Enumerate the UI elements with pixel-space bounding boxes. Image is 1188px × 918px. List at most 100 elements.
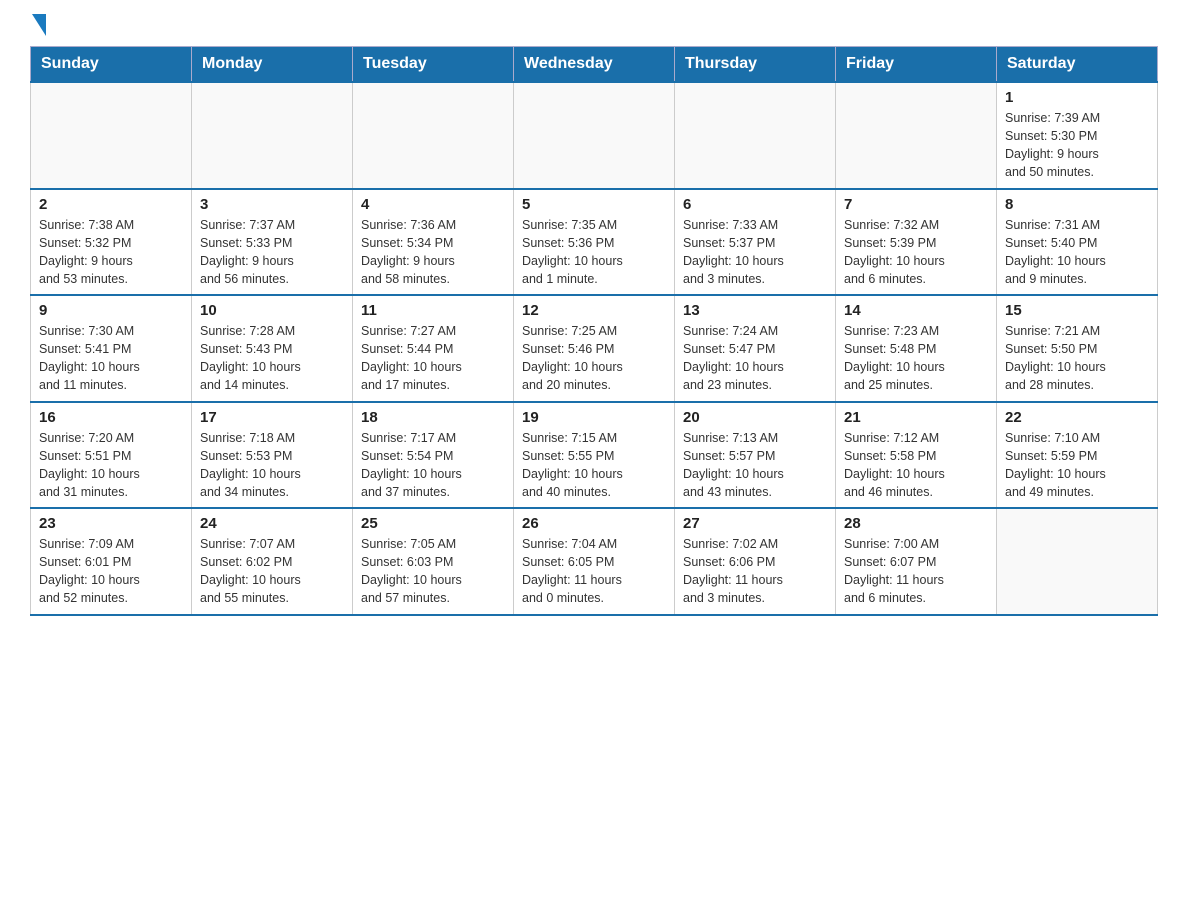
day-number: 1 — [1005, 89, 1149, 106]
calendar-cell: 24 Sunrise: 7:07 AM Sunset: 6:02 PM Dayli… — [192, 508, 353, 615]
day-number: 2 — [39, 196, 183, 213]
day-info: Sunrise: 7:38 AM Sunset: 5:32 PM Dayligh… — [39, 216, 183, 289]
calendar-cell: 28 Sunrise: 7:00 AM Sunset: 6:07 PM Dayli… — [836, 508, 997, 615]
day-info: Sunrise: 7:18 AM Sunset: 5:53 PM Dayligh… — [200, 429, 344, 502]
day-info: Sunrise: 7:15 AM Sunset: 5:55 PM Dayligh… — [522, 429, 666, 502]
calendar-cell: 25Sunrise: 7:05 AM Sunset: 6:03 PM Dayli… — [353, 508, 514, 615]
day-info: Sunrise: 7:00 AM Sunset: 6:07 PM Dayligh… — [844, 535, 988, 608]
day-info: Sunrise: 7:20 AM Sunset: 5:51 PM Dayligh… — [39, 429, 183, 502]
weekday-header-sunday: Sunday — [31, 47, 192, 83]
day-info: Sunrise: 7:17 AM Sunset: 5:54 PM Dayligh… — [361, 429, 505, 502]
day-number: 22 — [1005, 409, 1149, 426]
day-number: 18 — [361, 409, 505, 426]
logo-arrow-icon — [32, 14, 46, 36]
calendar-cell: 5 Sunrise: 7:35 AM Sunset: 5:36 PM Daylig… — [514, 189, 675, 296]
weekday-header-row: SundayMondayTuesdayWednesdayThursdayFrid… — [31, 47, 1158, 83]
day-info: Sunrise: 7:31 AM Sunset: 5:40 PM Dayligh… — [1005, 216, 1149, 289]
calendar-cell: 22 Sunrise: 7:10 AM Sunset: 5:59 PM Dayli… — [997, 402, 1158, 509]
weekday-header-saturday: Saturday — [997, 47, 1158, 83]
day-number: 15 — [1005, 302, 1149, 319]
day-info: Sunrise: 7:23 AM Sunset: 5:48 PM Dayligh… — [844, 322, 988, 395]
day-number: 14 — [844, 302, 988, 319]
weekday-header-thursday: Thursday — [675, 47, 836, 83]
calendar-cell: 18 Sunrise: 7:17 AM Sunset: 5:54 PM Dayli… — [353, 402, 514, 509]
weekday-header-monday: Monday — [192, 47, 353, 83]
day-number: 23 — [39, 515, 183, 532]
day-info: Sunrise: 7:05 AM Sunset: 6:03 PM Dayligh… — [361, 535, 505, 608]
weekday-header-friday: Friday — [836, 47, 997, 83]
calendar-cell: 23 Sunrise: 7:09 AM Sunset: 6:01 PM Dayli… — [31, 508, 192, 615]
calendar-cell: 15Sunrise: 7:21 AM Sunset: 5:50 PM Dayli… — [997, 295, 1158, 402]
day-number: 20 — [683, 409, 827, 426]
day-number: 16 — [39, 409, 183, 426]
calendar-cell — [997, 508, 1158, 615]
day-number: 3 — [200, 196, 344, 213]
day-number: 19 — [522, 409, 666, 426]
day-number: 13 — [683, 302, 827, 319]
calendar-cell — [836, 82, 997, 189]
day-number: 6 — [683, 196, 827, 213]
calendar-cell: 7Sunrise: 7:32 AM Sunset: 5:39 PM Daylig… — [836, 189, 997, 296]
calendar-cell: 12 Sunrise: 7:25 AM Sunset: 5:46 PM Dayli… — [514, 295, 675, 402]
calendar-cell: 11 Sunrise: 7:27 AM Sunset: 5:44 PM Dayli… — [353, 295, 514, 402]
day-number: 9 — [39, 302, 183, 319]
day-number: 24 — [200, 515, 344, 532]
day-number: 21 — [844, 409, 988, 426]
calendar-table: SundayMondayTuesdayWednesdayThursdayFrid… — [30, 46, 1158, 616]
day-info: Sunrise: 7:07 AM Sunset: 6:02 PM Dayligh… — [200, 535, 344, 608]
page-header — [30, 20, 1158, 36]
weekday-header-wednesday: Wednesday — [514, 47, 675, 83]
calendar-cell: 10 Sunrise: 7:28 AM Sunset: 5:43 PM Dayli… — [192, 295, 353, 402]
calendar-cell — [675, 82, 836, 189]
calendar-cell: 9 Sunrise: 7:30 AM Sunset: 5:41 PM Daylig… — [31, 295, 192, 402]
day-number: 11 — [361, 302, 505, 319]
day-info: Sunrise: 7:25 AM Sunset: 5:46 PM Dayligh… — [522, 322, 666, 395]
day-number: 28 — [844, 515, 988, 532]
calendar-cell — [514, 82, 675, 189]
calendar-week-1: 1 Sunrise: 7:39 AM Sunset: 5:30 PM Daylig… — [31, 82, 1158, 189]
weekday-header-tuesday: Tuesday — [353, 47, 514, 83]
day-info: Sunrise: 7:30 AM Sunset: 5:41 PM Dayligh… — [39, 322, 183, 395]
day-info: Sunrise: 7:24 AM Sunset: 5:47 PM Dayligh… — [683, 322, 827, 395]
calendar-cell: 17 Sunrise: 7:18 AM Sunset: 5:53 PM Dayli… — [192, 402, 353, 509]
calendar-week-3: 9 Sunrise: 7:30 AM Sunset: 5:41 PM Daylig… — [31, 295, 1158, 402]
day-number: 26 — [522, 515, 666, 532]
day-info: Sunrise: 7:02 AM Sunset: 6:06 PM Dayligh… — [683, 535, 827, 608]
day-info: Sunrise: 7:04 AM Sunset: 6:05 PM Dayligh… — [522, 535, 666, 608]
day-info: Sunrise: 7:09 AM Sunset: 6:01 PM Dayligh… — [39, 535, 183, 608]
day-info: Sunrise: 7:35 AM Sunset: 5:36 PM Dayligh… — [522, 216, 666, 289]
calendar-cell: 6 Sunrise: 7:33 AM Sunset: 5:37 PM Daylig… — [675, 189, 836, 296]
day-info: Sunrise: 7:37 AM Sunset: 5:33 PM Dayligh… — [200, 216, 344, 289]
calendar-cell: 3 Sunrise: 7:37 AM Sunset: 5:33 PM Daylig… — [192, 189, 353, 296]
calendar-cell: 1 Sunrise: 7:39 AM Sunset: 5:30 PM Daylig… — [997, 82, 1158, 189]
day-info: Sunrise: 7:13 AM Sunset: 5:57 PM Dayligh… — [683, 429, 827, 502]
day-number: 10 — [200, 302, 344, 319]
day-info: Sunrise: 7:12 AM Sunset: 5:58 PM Dayligh… — [844, 429, 988, 502]
calendar-cell — [192, 82, 353, 189]
day-number: 8 — [1005, 196, 1149, 213]
calendar-week-2: 2 Sunrise: 7:38 AM Sunset: 5:32 PM Daylig… — [31, 189, 1158, 296]
day-info: Sunrise: 7:28 AM Sunset: 5:43 PM Dayligh… — [200, 322, 344, 395]
day-info: Sunrise: 7:33 AM Sunset: 5:37 PM Dayligh… — [683, 216, 827, 289]
day-number: 7 — [844, 196, 988, 213]
day-info: Sunrise: 7:27 AM Sunset: 5:44 PM Dayligh… — [361, 322, 505, 395]
day-info: Sunrise: 7:10 AM Sunset: 5:59 PM Dayligh… — [1005, 429, 1149, 502]
day-number: 17 — [200, 409, 344, 426]
day-number: 27 — [683, 515, 827, 532]
calendar-cell: 13 Sunrise: 7:24 AM Sunset: 5:47 PM Dayli… — [675, 295, 836, 402]
calendar-cell — [31, 82, 192, 189]
calendar-week-5: 23 Sunrise: 7:09 AM Sunset: 6:01 PM Dayli… — [31, 508, 1158, 615]
calendar-cell: 4Sunrise: 7:36 AM Sunset: 5:34 PM Daylig… — [353, 189, 514, 296]
calendar-cell: 20 Sunrise: 7:13 AM Sunset: 5:57 PM Dayli… — [675, 402, 836, 509]
calendar-cell: 27 Sunrise: 7:02 AM Sunset: 6:06 PM Dayli… — [675, 508, 836, 615]
calendar-cell: 26 Sunrise: 7:04 AM Sunset: 6:05 PM Dayli… — [514, 508, 675, 615]
day-number: 5 — [522, 196, 666, 213]
day-number: 12 — [522, 302, 666, 319]
calendar-cell — [353, 82, 514, 189]
calendar-cell: 19 Sunrise: 7:15 AM Sunset: 5:55 PM Dayli… — [514, 402, 675, 509]
calendar-cell: 2 Sunrise: 7:38 AM Sunset: 5:32 PM Daylig… — [31, 189, 192, 296]
calendar-cell: 14 Sunrise: 7:23 AM Sunset: 5:48 PM Dayli… — [836, 295, 997, 402]
calendar-cell: 16 Sunrise: 7:20 AM Sunset: 5:51 PM Dayli… — [31, 402, 192, 509]
day-info: Sunrise: 7:36 AM Sunset: 5:34 PM Dayligh… — [361, 216, 505, 289]
day-info: Sunrise: 7:39 AM Sunset: 5:30 PM Dayligh… — [1005, 109, 1149, 182]
